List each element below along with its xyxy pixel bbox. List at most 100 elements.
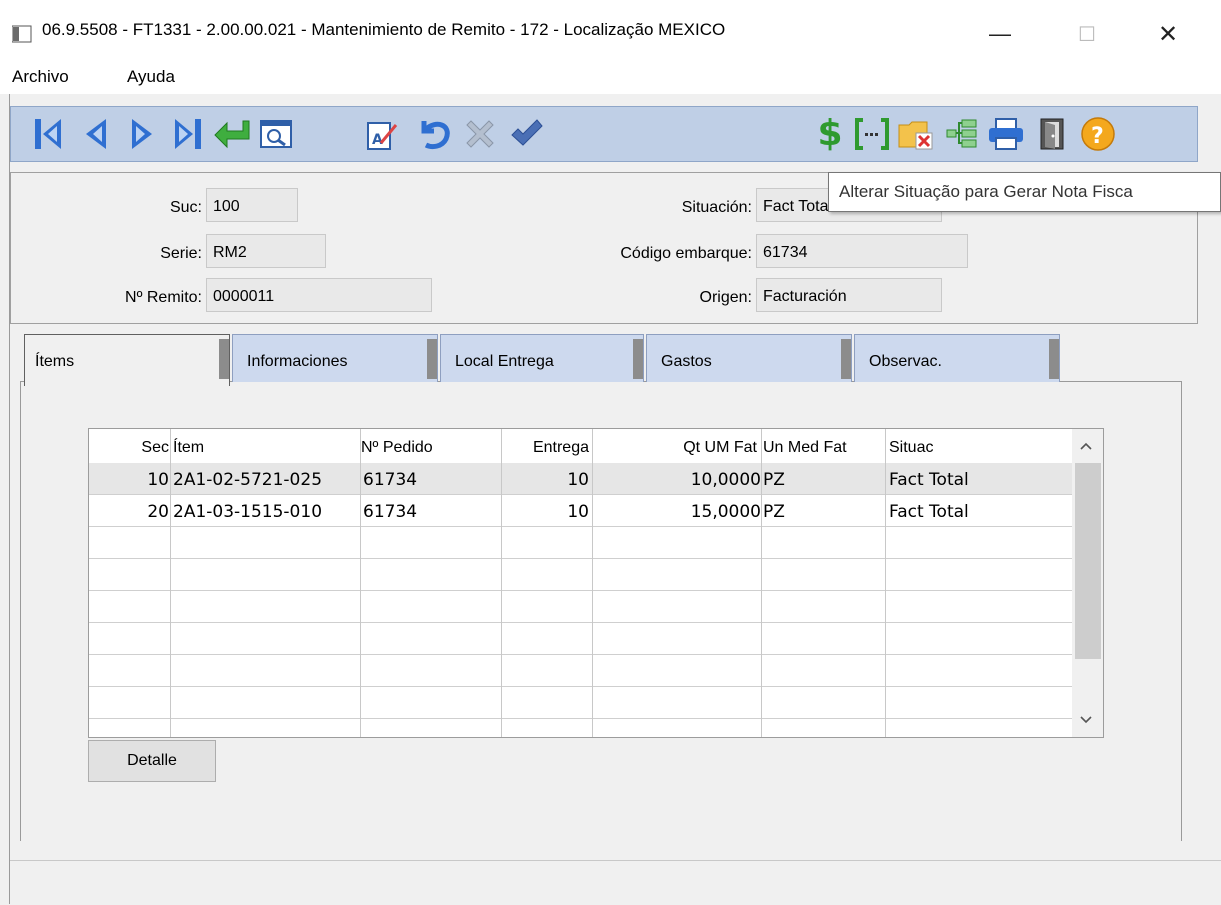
view-icon	[260, 120, 292, 148]
help-icon: ?	[1081, 117, 1115, 151]
svg-text:?: ?	[1091, 124, 1104, 149]
tab-gastos[interactable]: Gastos	[646, 334, 852, 382]
column-header-sec[interactable]: Sec	[89, 429, 169, 463]
edit-button[interactable]: A	[363, 115, 401, 153]
origen-field[interactable]: Facturación	[756, 278, 942, 312]
table-row[interactable]: 20 2A1-03-1515-010 61734 10 15,0000 PZ F…	[89, 495, 1072, 527]
table-row-empty[interactable]	[89, 527, 1072, 559]
view-button[interactable]	[257, 115, 295, 153]
table-row-empty[interactable]	[89, 655, 1072, 687]
menu-bar: Archivo Ayuda	[0, 62, 1221, 94]
edit-icon: A	[367, 122, 398, 150]
remito-field[interactable]: 0000011	[206, 278, 432, 312]
first-record-button[interactable]	[29, 115, 67, 153]
table-row-empty[interactable]	[89, 719, 1072, 737]
maximize-button[interactable]: ☐	[1057, 12, 1117, 56]
cell-um: PZ	[763, 470, 785, 490]
maximize-icon: ☐	[1078, 23, 1096, 46]
last-record-button[interactable]	[169, 115, 207, 153]
column-divider	[592, 429, 593, 737]
table-row[interactable]: 10 2A1-02-5721-025 61734 10 10,0000 PZ F…	[89, 463, 1072, 495]
scroll-down-icon[interactable]	[1079, 715, 1093, 725]
cell-um: PZ	[763, 502, 785, 522]
cell-situac: Fact Total	[889, 470, 969, 490]
column-header-situac[interactable]: Situac	[889, 429, 1009, 463]
table-row-empty[interactable]	[89, 591, 1072, 623]
previous-record-icon	[86, 119, 106, 149]
printer-icon	[989, 118, 1023, 150]
column-divider	[501, 429, 502, 737]
close-button[interactable]: ✕	[1138, 12, 1198, 56]
column-header-item[interactable]: Ítem	[173, 429, 353, 463]
title-bar: 06.9.5508 - FT1331 - 2.00.00.021 - Mante…	[0, 0, 1221, 64]
svg-text:A: A	[372, 132, 383, 148]
next-record-icon	[132, 119, 152, 149]
menu-archivo[interactable]: Archivo	[12, 67, 69, 87]
last-record-icon	[175, 119, 201, 149]
tab-observac[interactable]: Observac.	[854, 334, 1060, 382]
suc-label: Suc:	[169, 199, 202, 216]
bracket-icon	[855, 118, 889, 150]
cell-qt: 15,0000	[690, 502, 761, 522]
menu-ayuda[interactable]: Ayuda	[127, 67, 175, 87]
column-header-un-med-fat[interactable]: Un Med Fat	[763, 429, 883, 463]
cell-pedido: 61734	[363, 470, 418, 490]
tree-button[interactable]	[943, 115, 981, 153]
check-button[interactable]	[507, 115, 545, 153]
tab-local-entrega[interactable]: Local Entrega	[440, 334, 644, 382]
exit-door-icon	[1040, 118, 1064, 150]
folder-delete-button[interactable]	[897, 115, 935, 153]
status-bar	[10, 860, 1221, 905]
cell-entrega: 10	[567, 502, 589, 522]
cell-sec: 10	[147, 470, 169, 490]
column-divider	[885, 429, 886, 737]
origen-label: Origen:	[699, 289, 752, 306]
column-divider	[170, 429, 171, 737]
serie-field[interactable]: RM2	[206, 234, 326, 268]
print-button[interactable]	[987, 115, 1025, 153]
tab-informaciones[interactable]: Informaciones	[232, 334, 438, 382]
tab-items[interactable]: Ítems	[24, 334, 230, 386]
bracket-button[interactable]	[853, 115, 891, 153]
codigo-embarque-field[interactable]: 61734	[756, 234, 968, 268]
cell-entrega: 10	[567, 470, 589, 490]
toolbar: A $ ?	[10, 106, 1198, 162]
next-record-button[interactable]	[123, 115, 161, 153]
close-icon: ✕	[1157, 20, 1179, 48]
remito-label: Nº Remito:	[125, 289, 202, 306]
scrollbar-thumb[interactable]	[1075, 463, 1101, 659]
column-divider	[761, 429, 762, 737]
cell-pedido: 61734	[363, 502, 418, 522]
minimize-button[interactable]: —	[970, 12, 1030, 56]
table-row-empty[interactable]	[89, 623, 1072, 655]
suc-field[interactable]: 100	[206, 188, 298, 222]
detalle-button[interactable]: Detalle	[88, 740, 216, 782]
minimize-icon: —	[989, 21, 1011, 46]
help-button[interactable]: ?	[1079, 115, 1117, 153]
exit-button[interactable]	[1033, 115, 1071, 153]
folder-delete-icon	[898, 121, 933, 150]
window-title: 06.9.5508 - FT1331 - 2.00.00.021 - Mante…	[42, 20, 726, 39]
scroll-up-icon[interactable]	[1079, 441, 1093, 451]
delete-button[interactable]	[461, 115, 499, 153]
cell-item: 2A1-03-1515-010	[173, 502, 323, 522]
cell-qt: 10,0000	[690, 470, 761, 490]
items-grid[interactable]: Sec Ítem Nº Pedido Entrega Qt UM Fat Un …	[88, 428, 1104, 738]
confirm-enter-button[interactable]	[213, 115, 251, 153]
first-record-icon	[35, 119, 61, 149]
undo-icon	[421, 121, 450, 150]
tree-icon	[946, 119, 977, 148]
app-icon	[12, 25, 32, 43]
table-row-empty[interactable]	[89, 687, 1072, 719]
column-header-pedido[interactable]: Nº Pedido	[361, 429, 501, 463]
column-header-qt-um-fat[interactable]: Qt UM Fat	[593, 429, 757, 463]
dollar-icon: $	[817, 113, 843, 154]
check-icon	[511, 119, 543, 146]
table-row-empty[interactable]	[89, 559, 1072, 591]
undo-button[interactable]	[415, 115, 453, 153]
previous-record-button[interactable]	[77, 115, 115, 153]
dollar-button[interactable]: $	[811, 115, 849, 153]
delete-icon	[466, 120, 494, 148]
situacion-label: Situación:	[681, 199, 752, 216]
column-header-entrega[interactable]: Entrega	[503, 429, 589, 463]
